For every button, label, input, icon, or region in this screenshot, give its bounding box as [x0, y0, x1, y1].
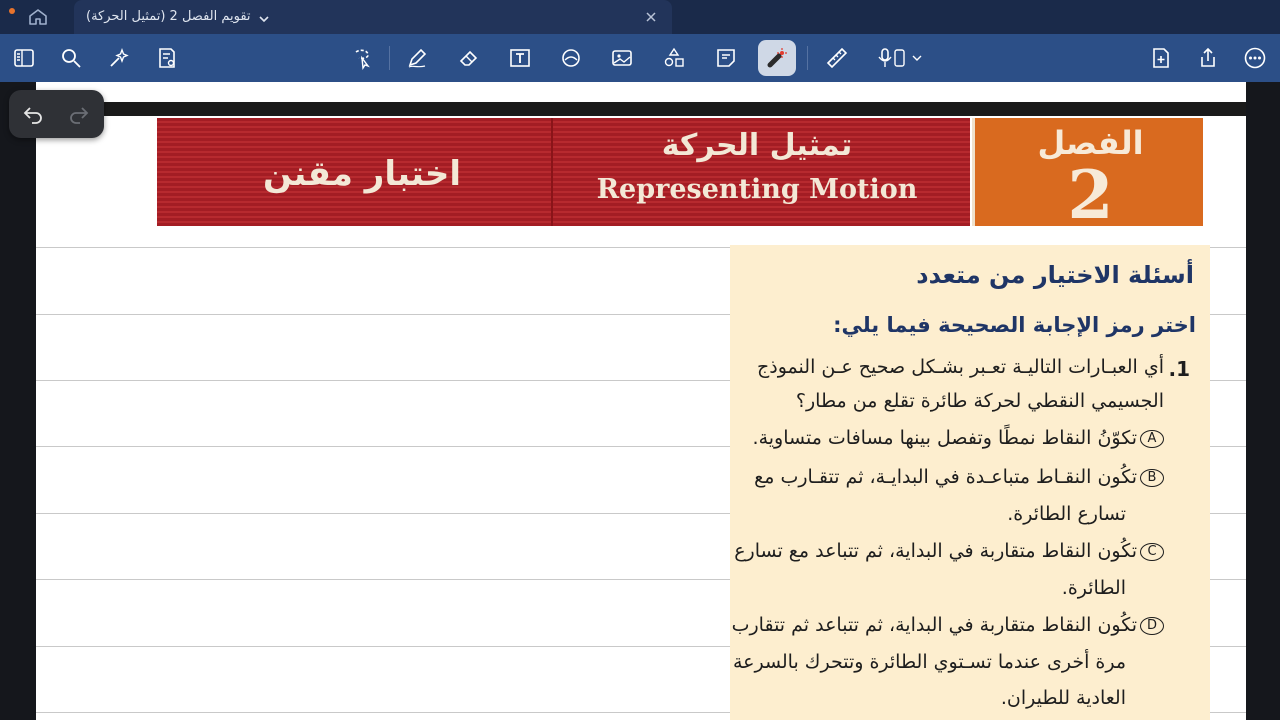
document-tab[interactable]: تقويم الفصل 2 (تمثيل الحركة): [74, 0, 672, 34]
unsaved-indicator-dot: [9, 8, 15, 14]
option-a-text: تكوّنُ النقاط نمطًا وتفصل بينها مسافات م…: [752, 427, 1137, 449]
undo-redo-palette: [9, 90, 104, 138]
chevron-down-icon[interactable]: [258, 10, 270, 23]
laser-pointer-icon[interactable]: [758, 40, 796, 76]
option-d-text-cont: العادية للطيران.: [1000, 687, 1126, 709]
search-icon[interactable]: [58, 45, 84, 71]
sticky-note-icon[interactable]: [713, 45, 739, 71]
option-c-text-cont: الطائرة.: [1061, 577, 1126, 599]
tab-title[interactable]: تقويم الفصل 2 (تمثيل الحركة): [86, 9, 251, 24]
question-text-line: أي العبـارات التاليـة تعـبر بشـكل صحيح ع…: [757, 356, 1164, 378]
elements-icon[interactable]: [661, 45, 687, 71]
questions-instruction: اختر رمز الإجابة الصحيحة فيما يلي:: [833, 313, 1196, 337]
question-text-line: الجسيمي النقطي لحركة طائرة تقلع من مطار؟: [795, 390, 1164, 412]
option-d: Dتكُون النقاط متقاربة في البداية، ثم تتب…: [732, 614, 1164, 636]
toolbar-separator: [389, 46, 390, 70]
add-page-icon[interactable]: [1148, 45, 1174, 71]
eraser-icon[interactable]: [456, 45, 482, 71]
chapter-number: 2: [1067, 156, 1114, 234]
image-icon[interactable]: [609, 45, 635, 71]
chapter-banner: اختبار مقنن تمثيل الحركة Representing Mo…: [157, 118, 1203, 234]
toolbar-separator: [807, 46, 808, 70]
chapter-title-english: Representing Motion: [596, 174, 918, 205]
document-page[interactable]: اختبار مقنن تمثيل الحركة Representing Mo…: [36, 82, 1246, 720]
option-c-badge: C: [1140, 542, 1164, 561]
option-a: Aتكوّنُ النقاط نمطًا وتفصل بينها مسافات …: [753, 427, 1164, 449]
ai-sparkle-icon[interactable]: [106, 45, 132, 71]
sidebar-icon[interactable]: [11, 45, 37, 71]
option-d-badge: D: [1140, 616, 1164, 635]
audio-record-icon[interactable]: [876, 45, 924, 71]
tab-bar: تقويم الفصل 2 (تمثيل الحركة): [0, 0, 1280, 34]
lasso-select-icon[interactable]: [349, 45, 375, 71]
shapes-icon[interactable]: [558, 45, 584, 71]
option-b-text-cont: تسارع الطائرة.: [1007, 503, 1126, 525]
option-b-badge: B: [1140, 468, 1164, 487]
chapter-number-box: الفصل 2: [972, 118, 1203, 234]
text-box-icon[interactable]: [507, 45, 533, 71]
share-icon[interactable]: [1195, 45, 1221, 71]
test-label: اختبار مقنن: [262, 154, 462, 194]
ruler-icon[interactable]: [824, 45, 850, 71]
option-a-badge: A: [1140, 429, 1164, 448]
questions-heading: أسئلة الاختيار من متعدد: [916, 261, 1194, 289]
option-b: Bتكُون النقـاط متباعـدة في البدايـة، ثم …: [754, 466, 1164, 488]
document-settings-icon[interactable]: [154, 45, 180, 71]
toolbar: [0, 34, 1280, 82]
questions-panel: أسئلة الاختيار من متعدد اختر رمز الإجابة…: [730, 245, 1210, 720]
question-number: .1: [1168, 357, 1190, 381]
page-top-strip: [36, 102, 1246, 116]
banner-red-section: اختبار مقنن تمثيل الحركة Representing Mo…: [157, 118, 970, 226]
option-c-text: تكُون النقاط متقاربة في البداية، ثم تتبا…: [734, 540, 1137, 562]
more-icon[interactable]: [1242, 45, 1268, 71]
chapter-title-arabic: تمثيل الحركة: [661, 128, 853, 163]
option-d-text-cont: مرة أخرى عندما تسـتوي الطائرة وتتحرك بال…: [732, 651, 1126, 673]
option-c: Cتكُون النقاط متقاربة في البداية، ثم تتب…: [734, 540, 1164, 562]
redo-icon[interactable]: [67, 102, 91, 126]
option-b-text: تكُون النقـاط متباعـدة في البدايـة، ثم ت…: [754, 466, 1137, 488]
undo-icon[interactable]: [21, 102, 45, 126]
option-d-text: تكُون النقاط متقاربة في البداية، ثم تتبا…: [731, 614, 1137, 636]
close-icon[interactable]: [644, 9, 658, 23]
banner-divider: [551, 118, 553, 226]
pen-icon[interactable]: [404, 45, 430, 71]
home-icon[interactable]: [28, 8, 48, 26]
